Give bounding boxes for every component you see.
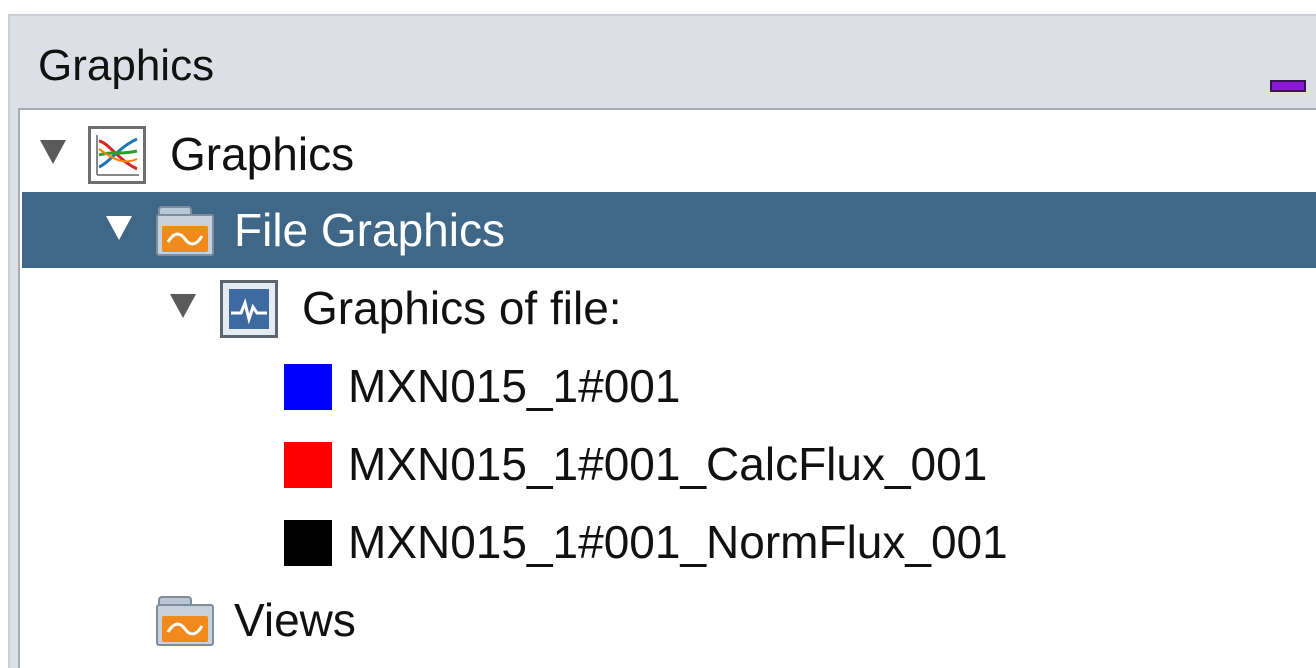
tree-leaf-label: MXN015_1#001	[348, 360, 681, 412]
graphics-tree[interactable]: Graphics File Graphics Graphics of file:…	[18, 108, 1316, 668]
panel-header: Graphics	[10, 16, 1316, 106]
color-swatch-icon	[284, 442, 332, 488]
tree-node-label: File Graphics	[234, 204, 505, 256]
tree-node-label: Graphics	[170, 128, 355, 180]
tree-leaf-series[interactable]: MXN015_1#001_CalcFlux_001	[22, 426, 1316, 502]
graphics-panel: Graphics Graphics File Graphics Graphics…	[0, 0, 1316, 668]
tree-node-views[interactable]: Views	[22, 582, 1316, 658]
tree-leaf-label: MXN015_1#001_NormFlux_001	[348, 516, 1008, 568]
color-swatch-icon	[284, 520, 332, 566]
expand-toggle-icon[interactable]	[106, 216, 132, 240]
tree-node-graphics[interactable]: Graphics	[22, 116, 1316, 192]
tree-node-graphics-of-file[interactable]: Graphics of file:	[22, 270, 1316, 346]
folder-icon	[156, 206, 214, 258]
tree-node-file-graphics[interactable]: File Graphics	[22, 192, 1316, 268]
waveform-chart-icon	[220, 280, 278, 338]
expand-toggle-icon[interactable]	[170, 294, 196, 318]
tree-leaf-series[interactable]: MXN015_1#001	[22, 348, 1316, 424]
expand-toggle-icon[interactable]	[40, 140, 66, 164]
panel-title: Graphics	[38, 41, 215, 90]
minimize-icon	[1270, 80, 1306, 92]
color-swatch-icon	[284, 364, 332, 410]
folder-icon	[156, 596, 214, 648]
minimize-button[interactable]	[1268, 76, 1308, 94]
graphics-chart-icon	[88, 126, 146, 184]
tree-node-label: Graphics of file:	[302, 282, 622, 334]
tree-leaf-label: MXN015_1#001_CalcFlux_001	[348, 438, 988, 490]
tree-node-label: Views	[234, 594, 356, 646]
tree-leaf-series[interactable]: MXN015_1#001_NormFlux_001	[22, 504, 1316, 580]
